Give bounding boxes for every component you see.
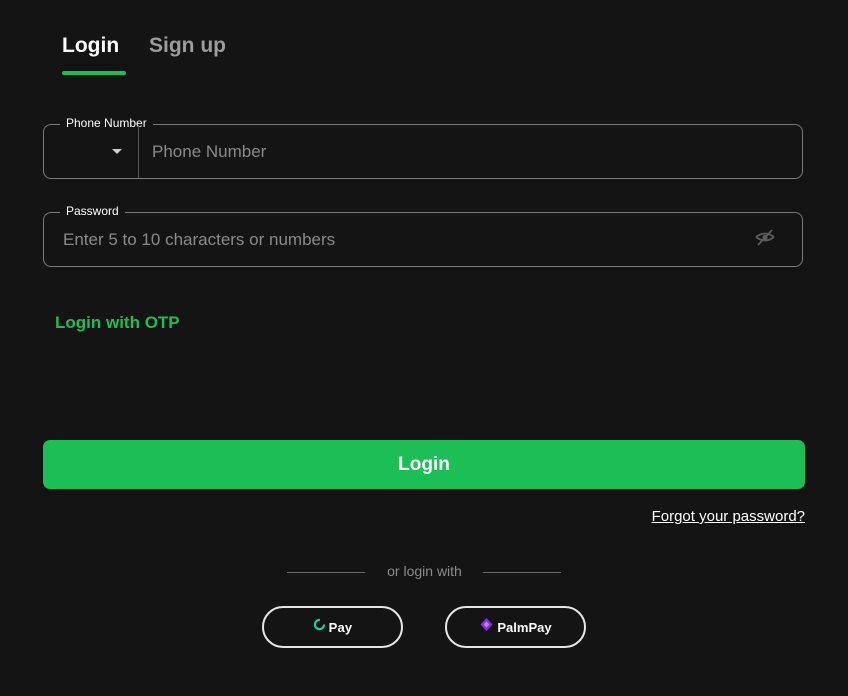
country-code-select[interactable] xyxy=(44,125,139,178)
palmpay-label: PalmPay xyxy=(497,619,552,635)
phone-number-field: Phone Number xyxy=(43,114,803,179)
chevron-down-icon xyxy=(112,149,122,154)
active-tab-indicator xyxy=(62,71,126,75)
tab-signup[interactable]: Sign up xyxy=(149,34,226,58)
password-input[interactable] xyxy=(63,213,743,266)
login-with-otp-link[interactable]: Login with OTP xyxy=(55,313,180,333)
phone-number-input[interactable] xyxy=(152,125,782,178)
eye-off-icon[interactable] xyxy=(754,229,776,249)
opay-login-button[interactable]: Pay xyxy=(262,606,403,648)
tab-login[interactable]: Login xyxy=(62,34,119,58)
opay-label: Pay xyxy=(328,619,353,635)
or-login-with-text: or login with xyxy=(387,563,462,579)
password-field: Password xyxy=(43,202,803,267)
divider-right xyxy=(483,572,561,573)
opay-logo-icon xyxy=(313,618,326,636)
login-button[interactable]: Login xyxy=(43,440,805,489)
forgot-password-link[interactable]: Forgot your password? xyxy=(652,508,805,525)
palmpay-login-button[interactable]: PalmPay xyxy=(445,606,586,648)
palmpay-logo-icon xyxy=(479,617,494,637)
divider-left xyxy=(287,572,365,573)
